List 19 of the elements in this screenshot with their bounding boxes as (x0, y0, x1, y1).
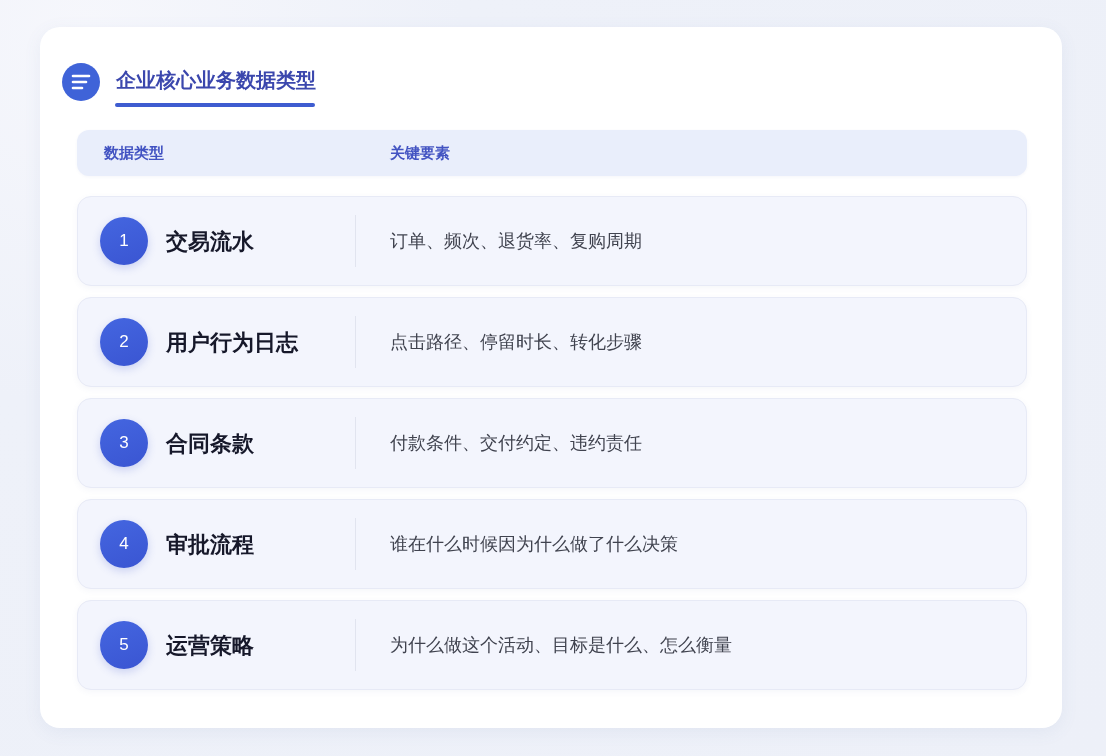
key-elements-text: 谁在什么时候因为什么做了什么决策 (390, 532, 678, 556)
list-icon (62, 63, 100, 101)
key-elements-text: 订单、频次、退货率、复购周期 (390, 229, 642, 253)
key-elements-text: 为什么做这个活动、目标是什么、怎么衡量 (390, 633, 732, 657)
step-number: 5 (100, 621, 148, 669)
section-title: 企业核心业务数据类型 (116, 68, 316, 93)
data-type-name: 交易流水 (166, 227, 254, 256)
data-type-name: 合同条款 (166, 429, 254, 458)
step-number: 4 (100, 520, 148, 568)
step-number: 1 (100, 217, 148, 265)
data-type-name: 用户行为日志 (166, 328, 298, 357)
data-type-name: 运营策略 (166, 631, 254, 660)
data-type-name: 审批流程 (166, 530, 254, 559)
step-number: 3 (100, 419, 148, 467)
key-elements-text: 付款条件、交付约定、违约责任 (390, 431, 642, 455)
column-header: 关键要素 (390, 144, 450, 161)
column-header: 数据类型 (104, 144, 164, 161)
step-number: 2 (100, 318, 148, 366)
key-elements-text: 点击路径、停留时长、转化步骤 (390, 330, 642, 354)
